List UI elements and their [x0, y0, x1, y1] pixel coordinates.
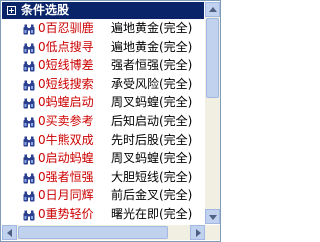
condition-desc: 周叉蚂蝗(完全): [111, 151, 193, 165]
tree-collapse-icon[interactable]: [7, 6, 16, 15]
binoculars-icon: [23, 97, 35, 109]
binoculars-icon: [23, 172, 35, 184]
arrow-up-icon: [209, 7, 217, 12]
list-item[interactable]: 0强者恒强 大胆短线(完全): [1, 169, 205, 186]
binoculars-icon: [23, 153, 35, 165]
list-item[interactable]: 0低点搜寻 遍地黄金(完全): [1, 39, 205, 56]
scrollbar-corner: [205, 225, 220, 240]
condition-name: 0牛熊双成: [38, 133, 94, 147]
condition-list: 0百忍驯鹿 遍地黄金(完全) 0低点搜寻 遍地黄金(完全) 0短线博差 强者恒强(完全) 0…: [1, 20, 205, 224]
list-item[interactable]: 0重势轻价 曙光在即(完全): [1, 206, 205, 223]
binoculars-icon: [23, 23, 35, 35]
list-item[interactable]: 0短线博差 强者恒强(完全): [1, 57, 205, 74]
condition-name: 0强者恒强: [38, 170, 94, 184]
condition-desc: 先时后股(完全): [111, 133, 193, 147]
condition-name: 0蚂蝗启动: [38, 95, 94, 109]
condition-name: 0短线博差: [38, 58, 94, 72]
vertical-scrollbar[interactable]: [205, 2, 220, 224]
arrow-down-icon: [209, 215, 217, 220]
list-item[interactable]: 0短线搜索 承受风险(完全): [1, 76, 205, 93]
condition-desc: 大胆短线(完全): [111, 170, 193, 184]
horizontal-scroll-thumb[interactable]: [18, 226, 168, 239]
condition-name: 0买卖参考: [38, 114, 94, 128]
condition-name: 0低点搜寻: [38, 40, 94, 54]
condition-desc: 遍地黄金(完全): [111, 21, 193, 35]
scroll-up-button[interactable]: [205, 2, 220, 17]
list-item[interactable]: 0启动蚂蝗 周叉蚂蝗(完全): [1, 150, 205, 167]
condition-desc: 周叉蚂蝗(完全): [111, 95, 193, 109]
scroll-down-button[interactable]: [205, 209, 220, 224]
binoculars-icon: [23, 116, 35, 128]
condition-name: 0百忍驯鹿: [38, 21, 94, 35]
scroll-left-button[interactable]: [2, 225, 17, 240]
list-item[interactable]: 0牛熊双成 先时后股(完全): [1, 132, 205, 149]
condition-desc: 后知启动(完全): [111, 114, 193, 128]
binoculars-icon: [23, 42, 35, 54]
binoculars-icon: [23, 79, 35, 91]
binoculars-icon: [23, 60, 35, 72]
condition-desc: 前后金叉(完全): [111, 188, 193, 202]
condition-name: 0日月同辉: [38, 188, 94, 202]
horizontal-scrollbar[interactable]: [2, 225, 205, 240]
condition-stock-picker-window: 条件选股 0百忍驯鹿 遍地黄金(完全) 0低点搜寻 遍地黄金(完全) 0短线博差 强者恒强…: [0, 0, 221, 242]
arrow-right-icon: [196, 229, 201, 237]
arrow-left-icon: [7, 229, 12, 237]
binoculars-icon: [23, 190, 35, 202]
tree-header[interactable]: 条件选股: [2, 2, 204, 19]
scroll-right-button[interactable]: [190, 225, 205, 240]
condition-desc: 遍地黄金(完全): [111, 40, 193, 54]
list-item[interactable]: 0买卖参考 后知启动(完全): [1, 113, 205, 130]
condition-name: 0重势轻价: [38, 207, 94, 221]
list-item[interactable]: 0日月同辉 前后金叉(完全): [1, 187, 205, 204]
condition-desc: 曙光在即(完全): [111, 207, 193, 221]
condition-desc: 承受风险(完全): [111, 77, 193, 91]
binoculars-icon: [23, 209, 35, 221]
condition-name: 0启动蚂蝗: [38, 151, 94, 165]
list-item[interactable]: 0百忍驯鹿 遍地黄金(完全): [1, 20, 205, 37]
header-title: 条件选股: [21, 3, 70, 17]
condition-name: 0短线搜索: [38, 77, 94, 91]
condition-desc: 强者恒强(完全): [111, 58, 193, 72]
binoculars-icon: [23, 135, 35, 147]
vertical-scroll-thumb[interactable]: [206, 18, 219, 98]
list-item[interactable]: 0蚂蝗启动 周叉蚂蝗(完全): [1, 94, 205, 111]
